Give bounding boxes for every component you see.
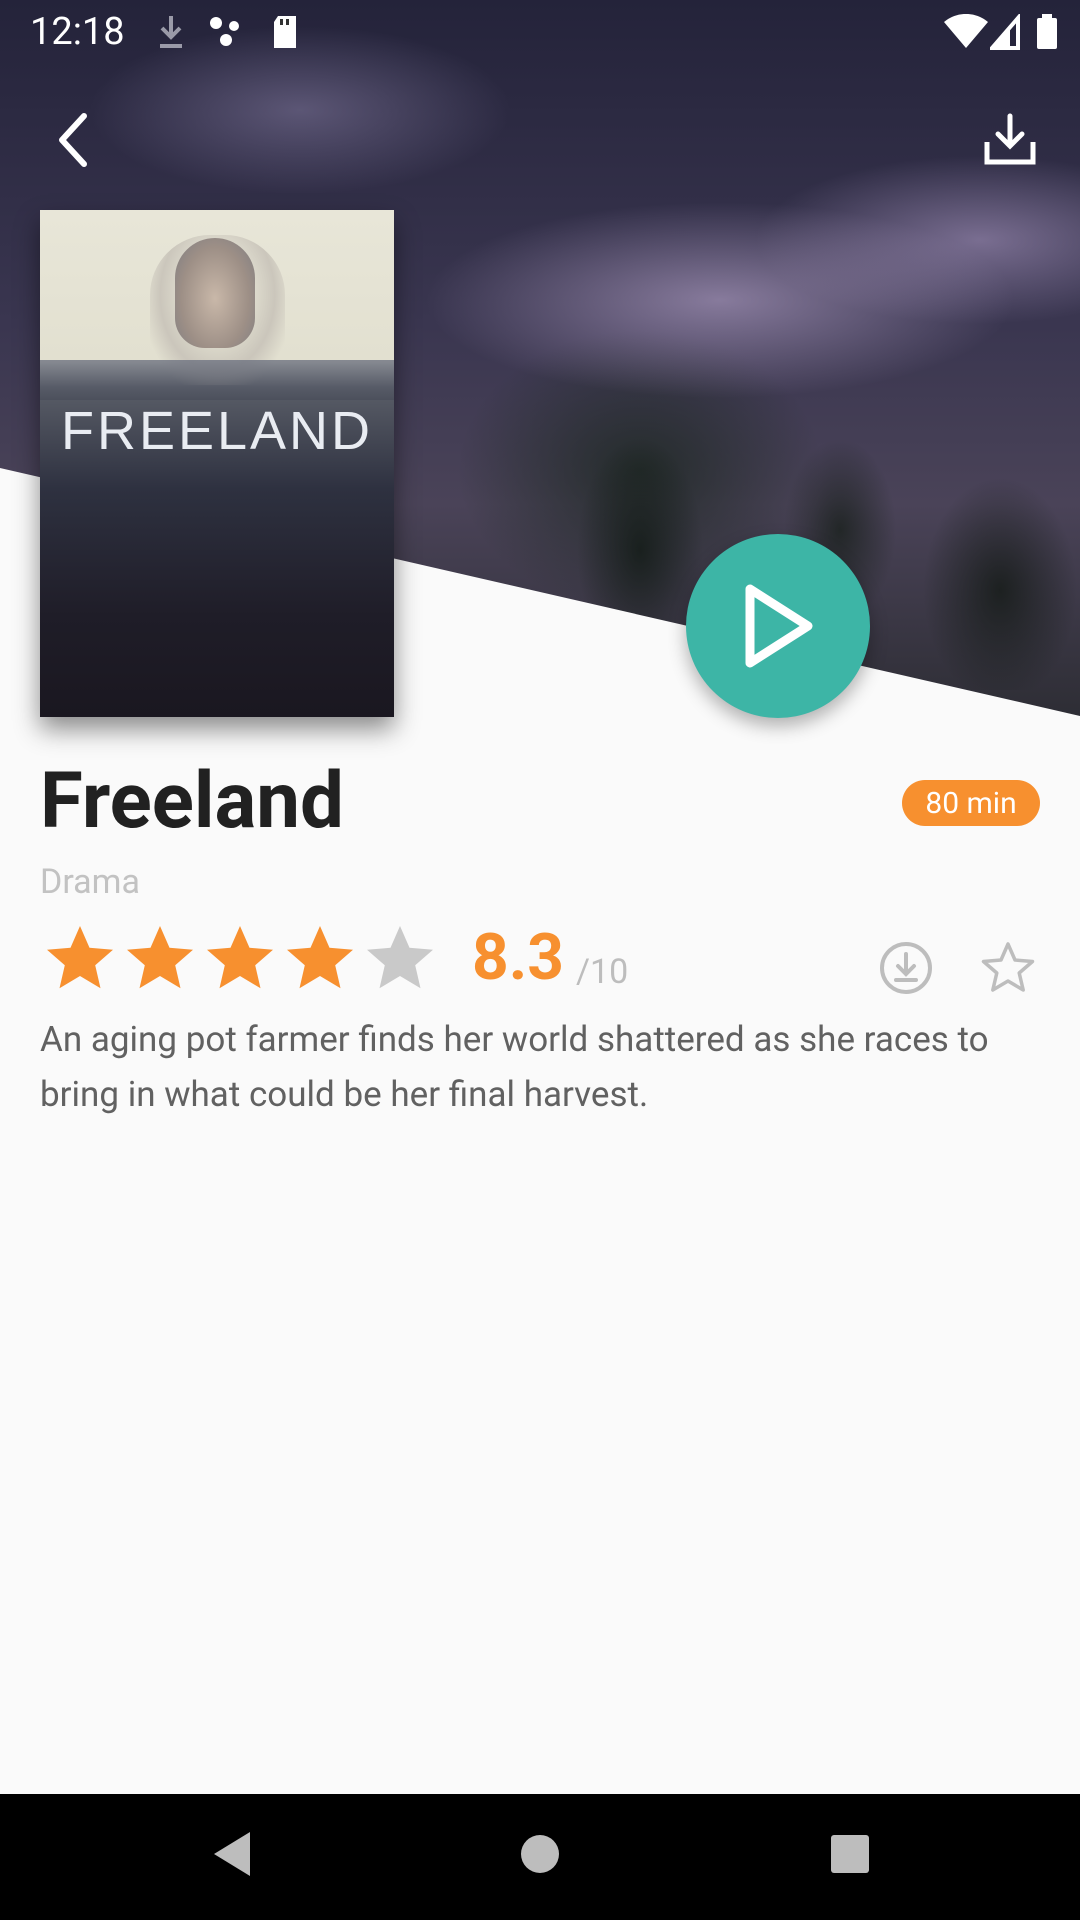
rating-score: 8.3 xyxy=(472,920,564,995)
download-status-icon xyxy=(160,16,182,48)
wifi-icon xyxy=(944,14,988,48)
nav-back-icon[interactable] xyxy=(206,1824,266,1884)
movie-poster: FREELAND xyxy=(40,210,394,717)
nav-recents-icon[interactable] xyxy=(820,1824,880,1884)
star-filled-icon xyxy=(287,926,353,989)
movie-title: Freeland xyxy=(40,756,344,847)
movie-description: An aging pot farmer finds her world shat… xyxy=(40,1019,989,1115)
duration-badge: 80 min xyxy=(902,780,1040,826)
poster-title: FREELAND xyxy=(60,401,374,461)
back-button[interactable] xyxy=(34,100,114,180)
star-outline-icon[interactable] xyxy=(976,936,1040,1000)
star-filled-icon xyxy=(207,926,273,989)
download-top-button[interactable] xyxy=(970,100,1050,180)
rating-stars xyxy=(40,920,440,1000)
download-icon xyxy=(984,113,1036,165)
sd-card-icon xyxy=(274,16,296,48)
rating-max: /10 xyxy=(576,952,629,992)
navigation-bar xyxy=(0,1794,1080,1920)
play-button[interactable] xyxy=(686,534,870,718)
status-time: 12:18 xyxy=(30,10,125,54)
status-bar: 12:18 xyxy=(0,0,1080,64)
movie-genre: Drama xyxy=(40,862,140,902)
star-filled-icon xyxy=(47,926,113,989)
battery-icon xyxy=(1037,14,1057,49)
nav-home-icon[interactable] xyxy=(510,1824,570,1884)
play-icon xyxy=(745,584,813,668)
star-empty-icon xyxy=(367,926,433,989)
cell-signal-icon xyxy=(990,14,1020,50)
star-filled-icon xyxy=(127,926,193,989)
download-circle-icon[interactable] xyxy=(874,936,938,1000)
assistant-status-icon xyxy=(210,17,239,46)
back-arrow-icon xyxy=(59,113,87,167)
